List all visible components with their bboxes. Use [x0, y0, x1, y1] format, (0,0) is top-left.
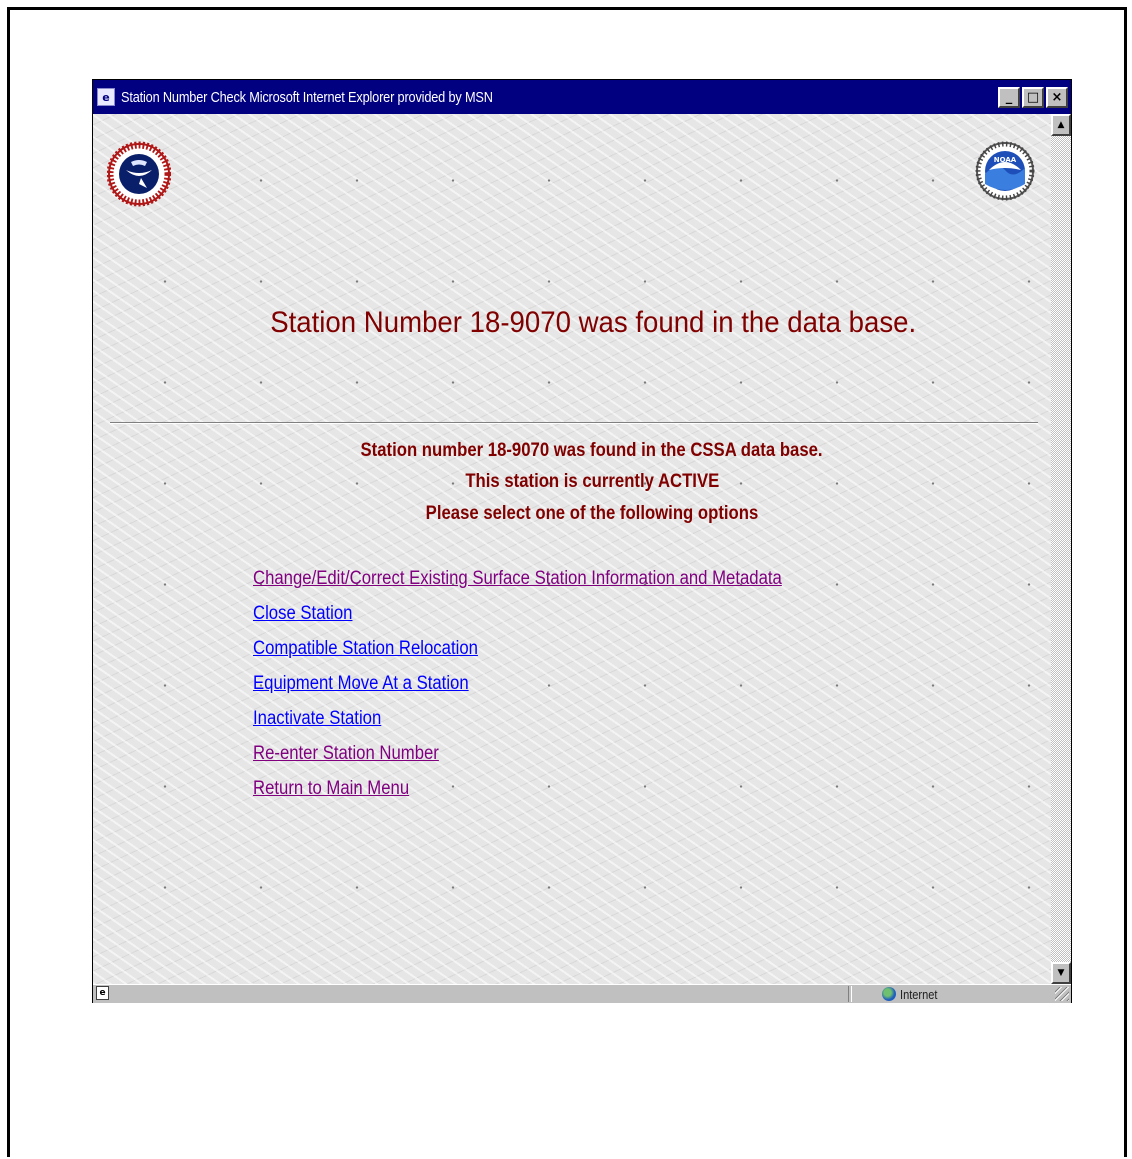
minimize-button[interactable]: _	[998, 87, 1020, 108]
link-close-station[interactable]: Close Station	[253, 603, 782, 638]
noaa-label: NOAA	[994, 156, 1017, 164]
page-heading: Station Number 18-9070 was found in the …	[270, 306, 917, 339]
horizontal-rule	[110, 422, 1038, 424]
ie-app-icon[interactable]: e	[97, 88, 115, 106]
resize-grip-icon[interactable]	[1055, 987, 1069, 1001]
instruction-message: Please select one of the following optio…	[425, 503, 759, 524]
link-return-main-menu[interactable]: Return to Main Menu	[253, 778, 782, 813]
scroll-down-icon[interactable]: ▼	[1051, 962, 1071, 984]
close-button[interactable]: ×	[1046, 87, 1068, 108]
window-title: Station Number Check Microsoft Internet …	[121, 88, 493, 106]
noaa-logo-icon: NOAA	[975, 141, 1035, 201]
scroll-up-icon[interactable]: ▲	[1051, 114, 1071, 136]
status-bar: e Internet	[93, 984, 1071, 1003]
found-message: Station number 18-9070 was found in the …	[360, 440, 824, 461]
link-inactivate-station[interactable]: Inactivate Station	[253, 708, 782, 743]
status-message: This station is currently ACTIVE	[465, 471, 719, 492]
title-bar[interactable]: e Station Number Check Microsoft Interne…	[93, 80, 1071, 114]
vertical-scrollbar[interactable]: ▲ ▼	[1051, 114, 1071, 984]
window-controls: _ □ ×	[998, 87, 1068, 108]
link-change-edit-correct[interactable]: Change/Edit/Correct Existing Surface Sta…	[253, 568, 782, 603]
browser-window: e Station Number Check Microsoft Interne…	[92, 79, 1072, 1003]
maximize-button[interactable]: □	[1022, 87, 1044, 108]
options-list: Change/Edit/Correct Existing Surface Sta…	[253, 568, 854, 813]
ie-page-icon: e	[96, 986, 109, 1000]
zone-label: Internet	[900, 986, 938, 1002]
link-compatible-relocation[interactable]: Compatible Station Relocation	[253, 638, 782, 673]
globe-icon	[882, 987, 896, 1001]
nws-logo-icon	[107, 141, 171, 207]
link-reenter-station-number[interactable]: Re-enter Station Number	[253, 743, 782, 778]
status-divider	[848, 986, 852, 1002]
link-equipment-move[interactable]: Equipment Move At a Station	[253, 673, 782, 708]
security-zone: Internet	[882, 985, 944, 1003]
page-content: NOAA Station Number 18-9070 was found in…	[93, 114, 1051, 984]
